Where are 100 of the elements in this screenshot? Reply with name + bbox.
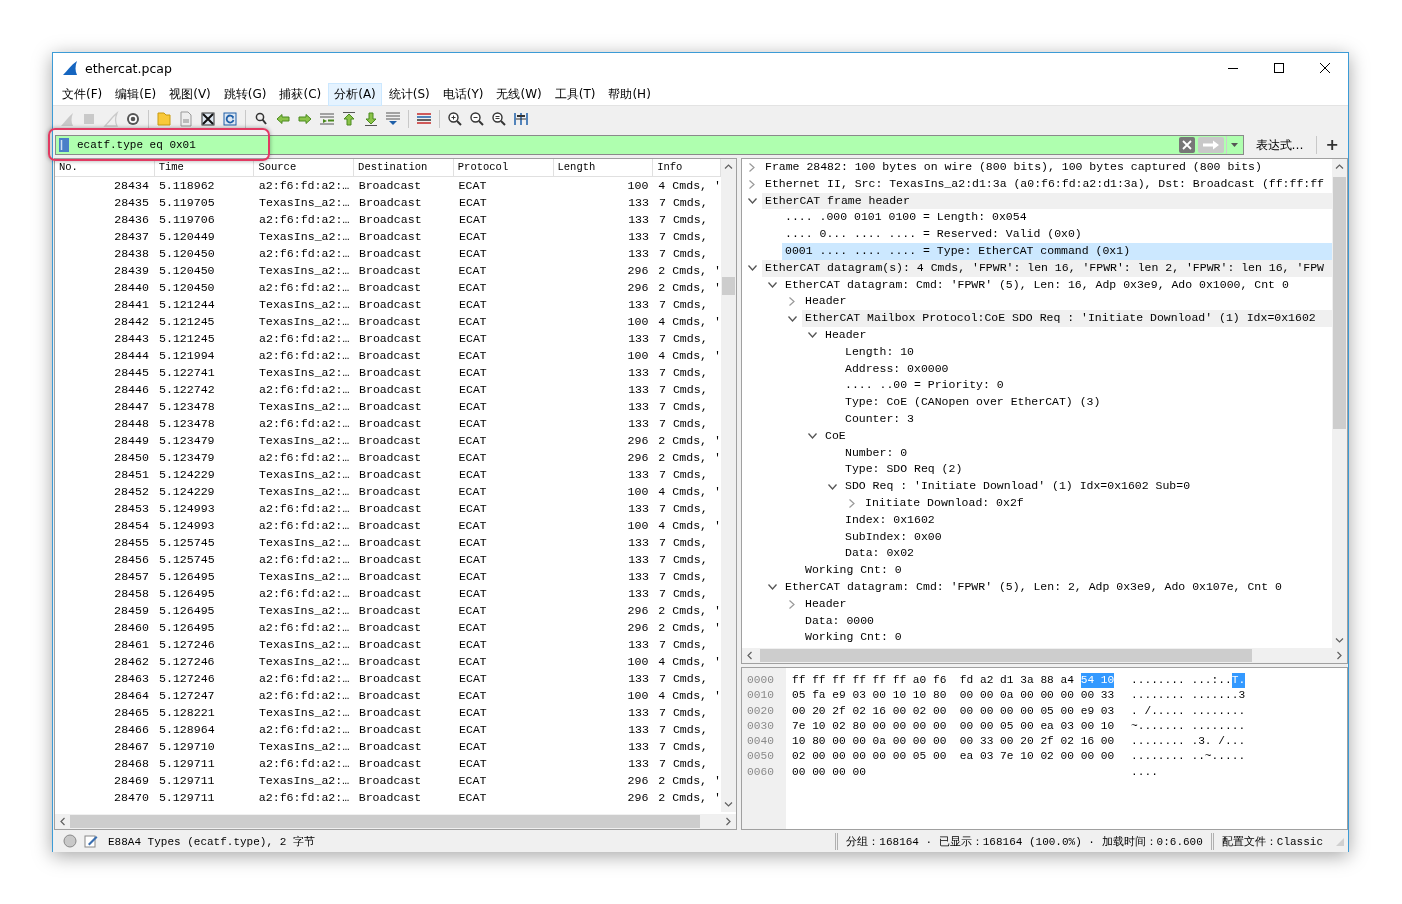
chevron-right-icon[interactable] xyxy=(789,599,795,609)
menu-item[interactable]: 无线(W) xyxy=(490,82,548,106)
packet-row[interactable]: 28439 5.120450 TexasIns_a2:… Broadcast ECAT 296 2 Cmds, ' xyxy=(55,262,721,279)
tree-item[interactable]: Working Cnt: 0 xyxy=(802,562,1332,579)
packet-row[interactable]: 28438 5.120450 a2:f6:fd:a2:… Broadcast ECAT 133 7 Cmds, xyxy=(55,245,721,262)
packet-row[interactable]: 28442 5.121245 TexasIns_a2:… Broadcast ECAT 100 4 Cmds, ' xyxy=(55,313,721,330)
tree-item[interactable]: SubIndex: 0x00 xyxy=(842,528,1332,546)
packet-row[interactable]: 28452 5.124229 TexasIns_a2:… Broadcast ECAT 100 4 Cmds, ' xyxy=(55,483,721,500)
packet-row[interactable]: 28458 5.126495 a2:f6:fd:a2:… Broadcast ECAT 133 7 Cmds, xyxy=(55,585,721,602)
list-arrow-icon[interactable] xyxy=(319,111,335,127)
tree-item[interactable]: EtherCAT frame header xyxy=(762,192,1332,210)
packet-row[interactable]: 28434 5.118962 a2:f6:fd:a2:… Broadcast ECAT 100 4 Cmds, ' xyxy=(55,177,721,194)
profile-label[interactable]: 配置文件：Classic xyxy=(1221,833,1323,849)
tree-item[interactable]: Ethernet II, Src: TexasIns_a2:d1:3a (a0:f6:fd:a2:d1:3a), Dst: Broadcast (ff:ff:ff xyxy=(762,175,1332,193)
menu-item[interactable]: 统计(S) xyxy=(382,82,436,106)
tree-item[interactable]: Header xyxy=(802,595,1332,613)
chevron-down-icon[interactable] xyxy=(767,281,777,288)
tree-item[interactable]: SDO Req : 'Initiate Download' (1) Idx=0x1602 Sub=0 xyxy=(842,478,1332,495)
chevron-right-icon[interactable] xyxy=(849,498,855,508)
menu-item[interactable]: 视图(V) xyxy=(163,82,217,106)
column-header[interactable]: Protocol xyxy=(453,159,554,176)
packet-row[interactable]: 28445 5.122741 TexasIns_a2:… Broadcast ECAT 133 7 Cmds, xyxy=(55,364,721,381)
packet-row[interactable]: 28437 5.120449 TexasIns_a2:… Broadcast ECAT 133 7 Cmds, xyxy=(55,228,721,245)
hex-bytes[interactable]: fd a2 d1 3a 88 a4 xyxy=(959,673,1074,689)
scroll-thumb[interactable] xyxy=(722,277,735,295)
tree-item[interactable]: Number: 0 xyxy=(842,444,1332,462)
chevron-down-icon[interactable] xyxy=(747,198,757,204)
packet-row[interactable]: 28461 5.127246 TexasIns_a2:… Broadcast ECAT 133 7 Cmds, xyxy=(55,636,721,653)
menu-item[interactable]: 分析(A) xyxy=(328,82,382,106)
ascii-text[interactable]: ...:.. xyxy=(1191,673,1232,689)
zoom-icon[interactable] xyxy=(491,111,507,127)
packet-row[interactable]: 28440 5.120450 a2:f6:fd:a2:… Broadcast ECAT 296 2 Cmds, ' xyxy=(55,279,721,296)
list-scroll-icon[interactable] xyxy=(385,111,401,127)
search-icon[interactable] xyxy=(253,111,269,127)
column-header[interactable]: Source xyxy=(254,159,355,176)
menu-item[interactable]: 编辑(E) xyxy=(109,82,163,106)
zoom-in-icon[interactable] xyxy=(447,111,463,127)
packet-row[interactable]: 28443 5.121245 a2:f6:fd:a2:… Broadcast ECAT 133 7 Cmds, xyxy=(55,330,721,347)
column-header[interactable]: No. xyxy=(55,159,155,176)
tree-item[interactable]: Type: CoE (CANopen over EtherCAT) (3) xyxy=(842,394,1332,411)
caret-down-icon[interactable] xyxy=(1231,143,1239,147)
tree-item[interactable]: Header xyxy=(822,326,1332,344)
packet-row[interactable]: 28467 5.129710 TexasIns_a2:… Broadcast ECAT 133 7 Cmds, xyxy=(55,738,721,755)
filter-field[interactable]: ecatf.type eq 0x01 xyxy=(55,135,1244,155)
scroll-thumb[interactable] xyxy=(1333,177,1346,429)
tree-item[interactable]: Initiate Download: 0x2f xyxy=(862,494,1332,512)
tree-item[interactable]: Working Cnt: 0 xyxy=(802,629,1332,647)
packet-row[interactable]: 28450 5.123479 a2:f6:fd:a2:… Broadcast ECAT 296 2 Cmds, ' xyxy=(55,449,721,466)
packet-row[interactable]: 28446 5.122742 a2:f6:fd:a2:… Broadcast ECAT 133 7 Cmds, xyxy=(55,381,721,398)
packet-row[interactable]: 28462 5.127246 TexasIns_a2:… Broadcast ECAT 100 4 Cmds, ' xyxy=(55,653,721,670)
tree-item[interactable]: .... 0... .... .... = Reserved: Valid (0x0) xyxy=(782,226,1332,243)
tree-item[interactable]: Data: 0x02 xyxy=(842,545,1332,563)
colored-lines-icon[interactable] xyxy=(416,111,432,127)
packet-row[interactable]: 28435 5.119705 TexasIns_a2:… Broadcast ECAT 133 7 Cmds, xyxy=(55,194,721,211)
horizontal-scrollbar[interactable] xyxy=(742,648,1347,663)
tree-item[interactable]: .... .000 0101 0100 = Length: 0x054 xyxy=(782,209,1332,227)
tree-item[interactable]: EtherCAT datagram: Cmd: 'FPWR' (5), Len: 2, Adp 0x3e9, Ado 0x107e, Cnt 0 xyxy=(782,578,1332,596)
packet-row[interactable]: 28451 5.124229 TexasIns_a2:… Broadcast ECAT 133 7 Cmds, xyxy=(55,466,721,483)
packet-row[interactable]: 28449 5.123479 TexasIns_a2:… Broadcast ECAT 296 2 Cmds, ' xyxy=(55,432,721,449)
hex-bytes[interactable]: 00 00 00 00 05 00 e9 03 xyxy=(959,703,1115,719)
packet-row[interactable]: 28448 5.123478 a2:f6:fd:a2:… Broadcast ECAT 133 7 Cmds, xyxy=(55,415,721,432)
scroll-thumb[interactable] xyxy=(760,649,1252,662)
packet-row[interactable]: 28466 5.128964 a2:f6:fd:a2:… Broadcast ECAT 133 7 Cmds, xyxy=(55,721,721,738)
chevron-right-icon[interactable] xyxy=(749,179,755,189)
tree-item[interactable]: Header xyxy=(802,293,1332,311)
ascii-text[interactable]: ..~..... xyxy=(1191,749,1246,765)
menu-item[interactable]: 工具(T) xyxy=(548,82,602,106)
arrow-down-icon[interactable] xyxy=(363,111,379,127)
scroll-thumb[interactable] xyxy=(70,815,700,828)
packet-row[interactable]: 28444 5.121994 a2:f6:fd:a2:… Broadcast ECAT 100 4 Cmds, ' xyxy=(55,347,721,364)
column-header[interactable]: Destination xyxy=(354,159,454,176)
chevron-down-icon[interactable] xyxy=(827,483,837,490)
ascii-text[interactable]: .......3 xyxy=(1191,688,1246,704)
packet-row[interactable]: 28469 5.129711 TexasIns_a2:… Broadcast ECAT 296 2 Cmds, ' xyxy=(55,772,721,789)
tree-item[interactable]: Type: SDO Req (2) xyxy=(842,461,1332,479)
clear-icon[interactable] xyxy=(1178,137,1195,153)
edit-note-icon[interactable] xyxy=(84,834,98,848)
tree-item[interactable]: EtherCAT datagram: Cmd: 'FPWR' (5), Len: 16, Adp 0x3e9, Ado 0x1000, Cnt 0 xyxy=(782,276,1332,294)
reload-icon[interactable] xyxy=(222,111,238,127)
packet-row[interactable]: 28454 5.124993 a2:f6:fd:a2:… Broadcast ECAT 100 4 Cmds, ' xyxy=(55,517,721,534)
arrow-left-icon[interactable] xyxy=(275,111,291,127)
tree-item[interactable]: EtherCAT Mailbox Protocol:CoE SDO Req : 'Initiate Download' (1) Idx=0x1602 xyxy=(802,310,1332,327)
menu-item[interactable]: 帮助(H) xyxy=(602,82,657,106)
packet-row[interactable]: 28455 5.125745 TexasIns_a2:… Broadcast ECAT 133 7 Cmds, xyxy=(55,534,721,551)
packet-row[interactable]: 28436 5.119706 a2:f6:fd:a2:… Broadcast ECAT 133 7 Cmds, xyxy=(55,211,721,228)
tree-item[interactable]: Length: 10 xyxy=(842,343,1332,361)
gear-icon[interactable] xyxy=(125,111,141,127)
packet-row[interactable]: 28441 5.121244 TexasIns_a2:… Broadcast ECAT 133 7 Cmds, xyxy=(55,296,721,313)
column-header[interactable]: Length xyxy=(553,159,654,176)
tree-item[interactable]: 0001 .... .... .... = Type: EtherCAT command (0x1) xyxy=(782,243,1332,260)
hex-bytes[interactable]: 00 00 0a 00 00 00 00 33 xyxy=(959,688,1115,704)
chevron-down-icon[interactable] xyxy=(747,265,757,272)
hex-bytes[interactable]: ea 03 7e 10 02 00 00 00 xyxy=(959,749,1115,765)
tree-item[interactable]: Index: 0x1602 xyxy=(842,511,1332,529)
tree-item[interactable]: Counter: 3 xyxy=(842,410,1332,428)
menu-item[interactable]: 文件(F) xyxy=(56,82,109,106)
menu-item[interactable]: 电话(Y) xyxy=(436,82,490,106)
chevron-down-icon[interactable] xyxy=(807,332,817,339)
tree-item[interactable]: CoE xyxy=(822,427,1332,445)
chevron-right-icon[interactable] xyxy=(749,162,755,172)
